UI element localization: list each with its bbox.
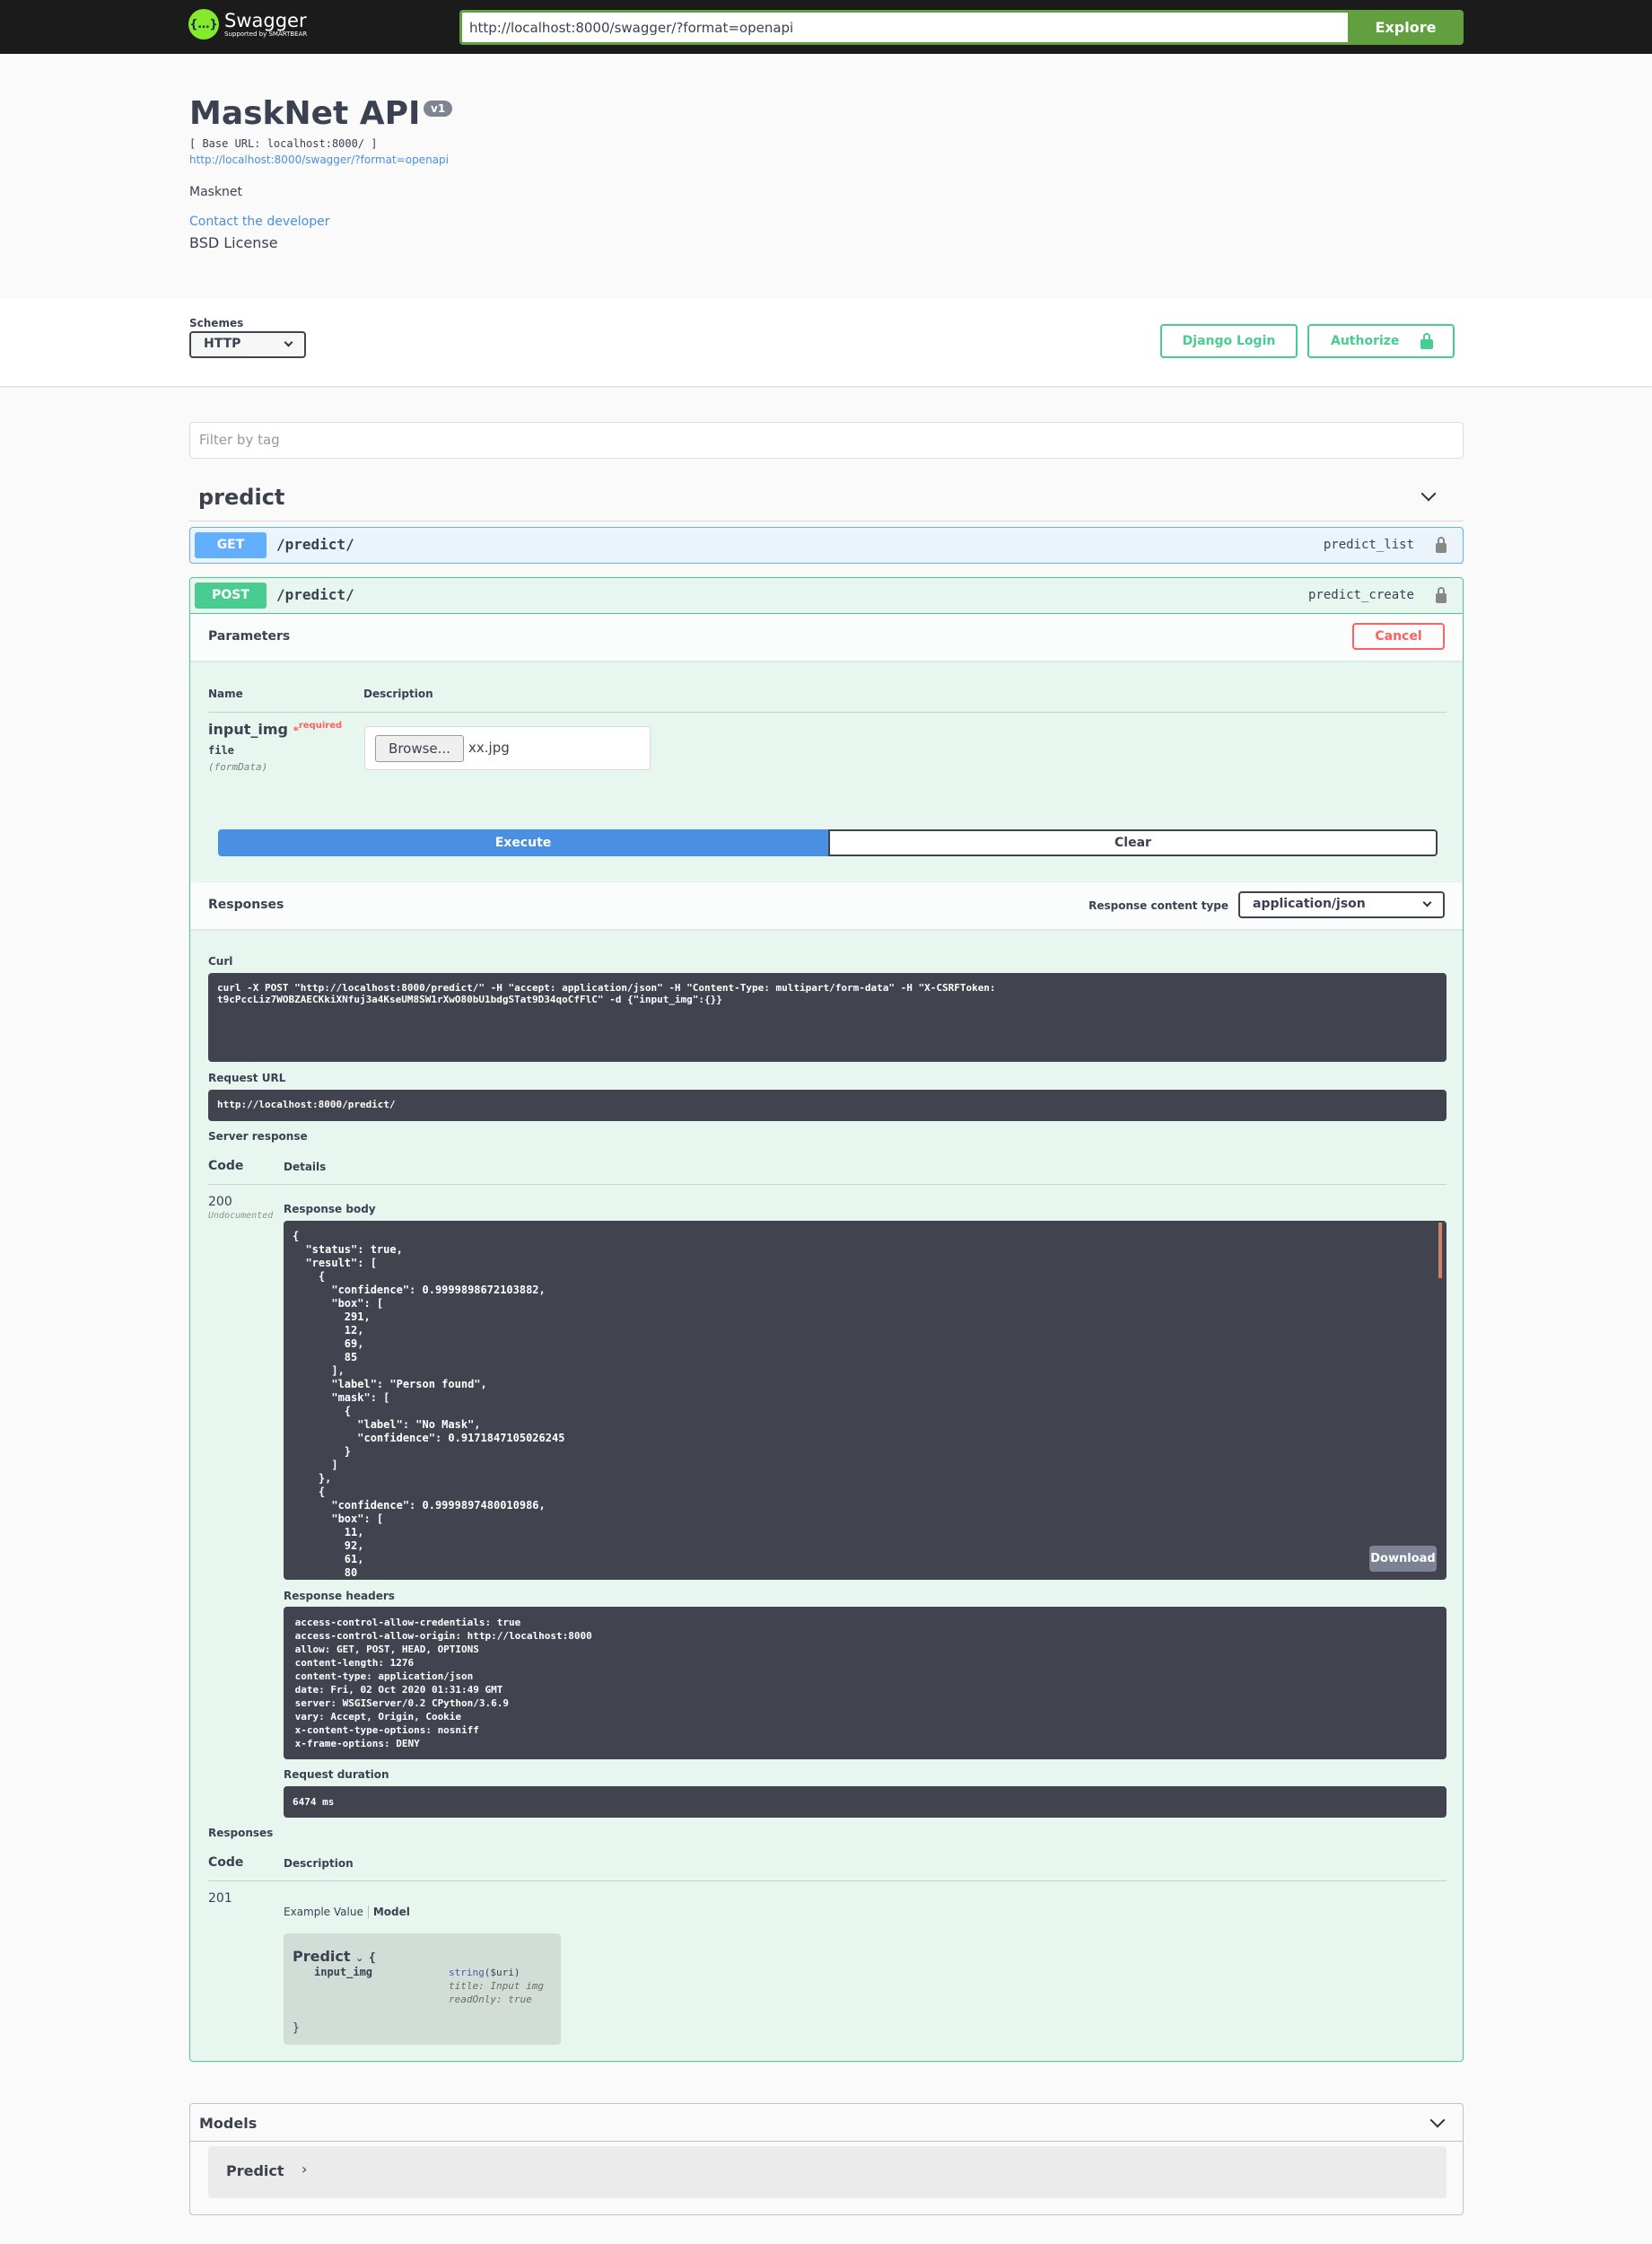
operation-summary[interactable]: POST /predict/ predict_create xyxy=(190,578,1463,614)
responses-label: Responses xyxy=(208,898,284,912)
models-label[interactable]: Models xyxy=(199,2115,257,2132)
divider xyxy=(208,1880,1447,1881)
operation-path: /predict/ xyxy=(276,586,354,603)
col-name: Name xyxy=(208,688,243,700)
status-code: 200 xyxy=(208,1195,232,1209)
chevron-down-icon xyxy=(1422,898,1432,907)
chevron-down-icon: ⌄ xyxy=(355,1952,364,1964)
request-url-label: Request URL xyxy=(208,1072,286,1084)
download-button[interactable]: Download xyxy=(1369,1546,1437,1572)
parameters-label: Parameters xyxy=(208,629,291,644)
curl-command[interactable]: curl -X POST "http://localhost:8000/pred… xyxy=(208,973,1447,1062)
col-description: Description xyxy=(363,688,433,700)
method-badge: POST xyxy=(195,583,267,609)
lock-icon[interactable] xyxy=(1436,537,1447,553)
model-box: Predict ⌄ { input_img string($uri) title… xyxy=(284,1933,561,2045)
status-note: Undocumented xyxy=(208,1211,274,1221)
responses-label: Responses xyxy=(208,1827,274,1839)
param-in: (formData) xyxy=(208,761,268,773)
execute-button[interactable]: Execute xyxy=(218,829,828,856)
spec-url-input[interactable]: http://localhost:8000/swagger/?format=op… xyxy=(459,10,1348,45)
chevron-down-icon[interactable] xyxy=(1429,2112,1446,2128)
logo-sub: Supported by SMARTBEAR xyxy=(224,31,308,38)
divider xyxy=(189,521,1464,522)
version-badge: v1 xyxy=(424,101,453,117)
logo-text: Swagger xyxy=(224,10,307,31)
file-input[interactable]: Browse... xx.jpg xyxy=(364,726,651,770)
model-name: Predict xyxy=(226,2162,284,2179)
response-headers-label: Response headers xyxy=(284,1590,395,1602)
api-title: MaskNet API xyxy=(189,95,421,132)
base-url: [ Base URL: localhost:8000/ ] xyxy=(189,137,378,150)
lock-icon[interactable] xyxy=(1436,587,1447,603)
models-section: Models Predict › xyxy=(189,2103,1464,2215)
chevron-right-icon: › xyxy=(302,2161,308,2178)
swagger-logo[interactable]: {…} Swagger Supported by SMARTBEAR xyxy=(188,9,307,39)
details-col: Details xyxy=(284,1161,327,1173)
model-close: } xyxy=(293,2021,300,2035)
description-col: Description xyxy=(284,1857,354,1870)
operation-id: predict_create xyxy=(1307,588,1414,602)
response-body[interactable]: { "status": true, "result": [ { "confide… xyxy=(284,1221,1447,1580)
model-title[interactable]: Predict ⌄ { xyxy=(293,1948,376,1965)
chevron-down-icon xyxy=(284,337,293,347)
divider xyxy=(208,712,1447,713)
code-col: Code xyxy=(208,1855,244,1870)
operation-id: predict_list xyxy=(1323,538,1414,552)
spec-link[interactable]: http://localhost:8000/swagger/?format=op… xyxy=(189,153,449,166)
model-field-type: string($uri) title: Input img readOnly: … xyxy=(449,1967,544,2005)
response-code: 201 xyxy=(208,1891,232,1906)
cancel-button[interactable]: Cancel xyxy=(1352,623,1445,650)
model-item-predict[interactable]: Predict › xyxy=(208,2146,1447,2198)
schemes-select[interactable]: HTTP xyxy=(189,331,306,358)
django-login-button[interactable]: Django Login xyxy=(1160,324,1298,358)
api-description: Masknet xyxy=(189,185,243,199)
response-tabs: Example Value Model xyxy=(284,1906,410,1918)
browse-button[interactable]: Browse... xyxy=(375,735,464,762)
content-type-label: Response content type xyxy=(1088,899,1228,912)
required-label: required xyxy=(298,721,343,731)
code-col: Code xyxy=(208,1159,244,1173)
chevron-down-icon[interactable] xyxy=(1420,486,1437,502)
contact-link[interactable]: Contact the developer xyxy=(189,215,329,229)
content-type-select[interactable]: application/json xyxy=(1238,891,1445,918)
parameters-header: Parameters Cancel xyxy=(190,614,1463,661)
divider xyxy=(208,1184,1447,1185)
tag-predict[interactable]: predict xyxy=(198,485,284,510)
request-duration-label: Request duration xyxy=(284,1768,389,1781)
license: BSD License xyxy=(189,234,278,251)
authorize-button[interactable]: Authorize xyxy=(1307,324,1455,358)
request-duration: 6474 ms xyxy=(284,1786,1447,1818)
schemes-label: Schemes xyxy=(189,317,244,329)
lock-icon xyxy=(1420,333,1433,349)
post-predict-operation: POST /predict/ predict_create Parameters… xyxy=(189,577,1464,2062)
authorize-label: Authorize xyxy=(1331,334,1400,348)
swagger-logo-icon: {…} xyxy=(188,9,219,39)
content-type-value: application/json xyxy=(1253,897,1366,911)
file-name: xx.jpg xyxy=(468,740,510,756)
param-name: input_img *required xyxy=(208,721,343,738)
method-badge: GET xyxy=(195,532,267,558)
model-field: input_img xyxy=(314,1966,373,1978)
tab-model[interactable]: Model xyxy=(373,1906,410,1918)
response-body-label: Response body xyxy=(284,1203,376,1215)
server-response-label: Server response xyxy=(208,1130,308,1143)
param-type: file xyxy=(208,744,234,757)
scrollbar[interactable] xyxy=(1438,1223,1442,1278)
responses-header: Responses Response content type applicat… xyxy=(190,882,1463,929)
operation-path: /predict/ xyxy=(276,536,354,553)
get-predict-operation[interactable]: GET /predict/ predict_list xyxy=(189,527,1464,564)
schemes-selected: HTTP xyxy=(204,337,241,351)
filter-input[interactable]: Filter by tag xyxy=(189,422,1464,459)
request-url[interactable]: http://localhost:8000/predict/ xyxy=(208,1090,1447,1121)
response-headers: access-control-allow-credentials: true a… xyxy=(284,1607,1447,1759)
tab-example-value[interactable]: Example Value xyxy=(284,1906,363,1918)
clear-button[interactable]: Clear xyxy=(828,829,1438,856)
explore-button[interactable]: Explore xyxy=(1348,10,1464,45)
curl-label: Curl xyxy=(208,955,233,968)
